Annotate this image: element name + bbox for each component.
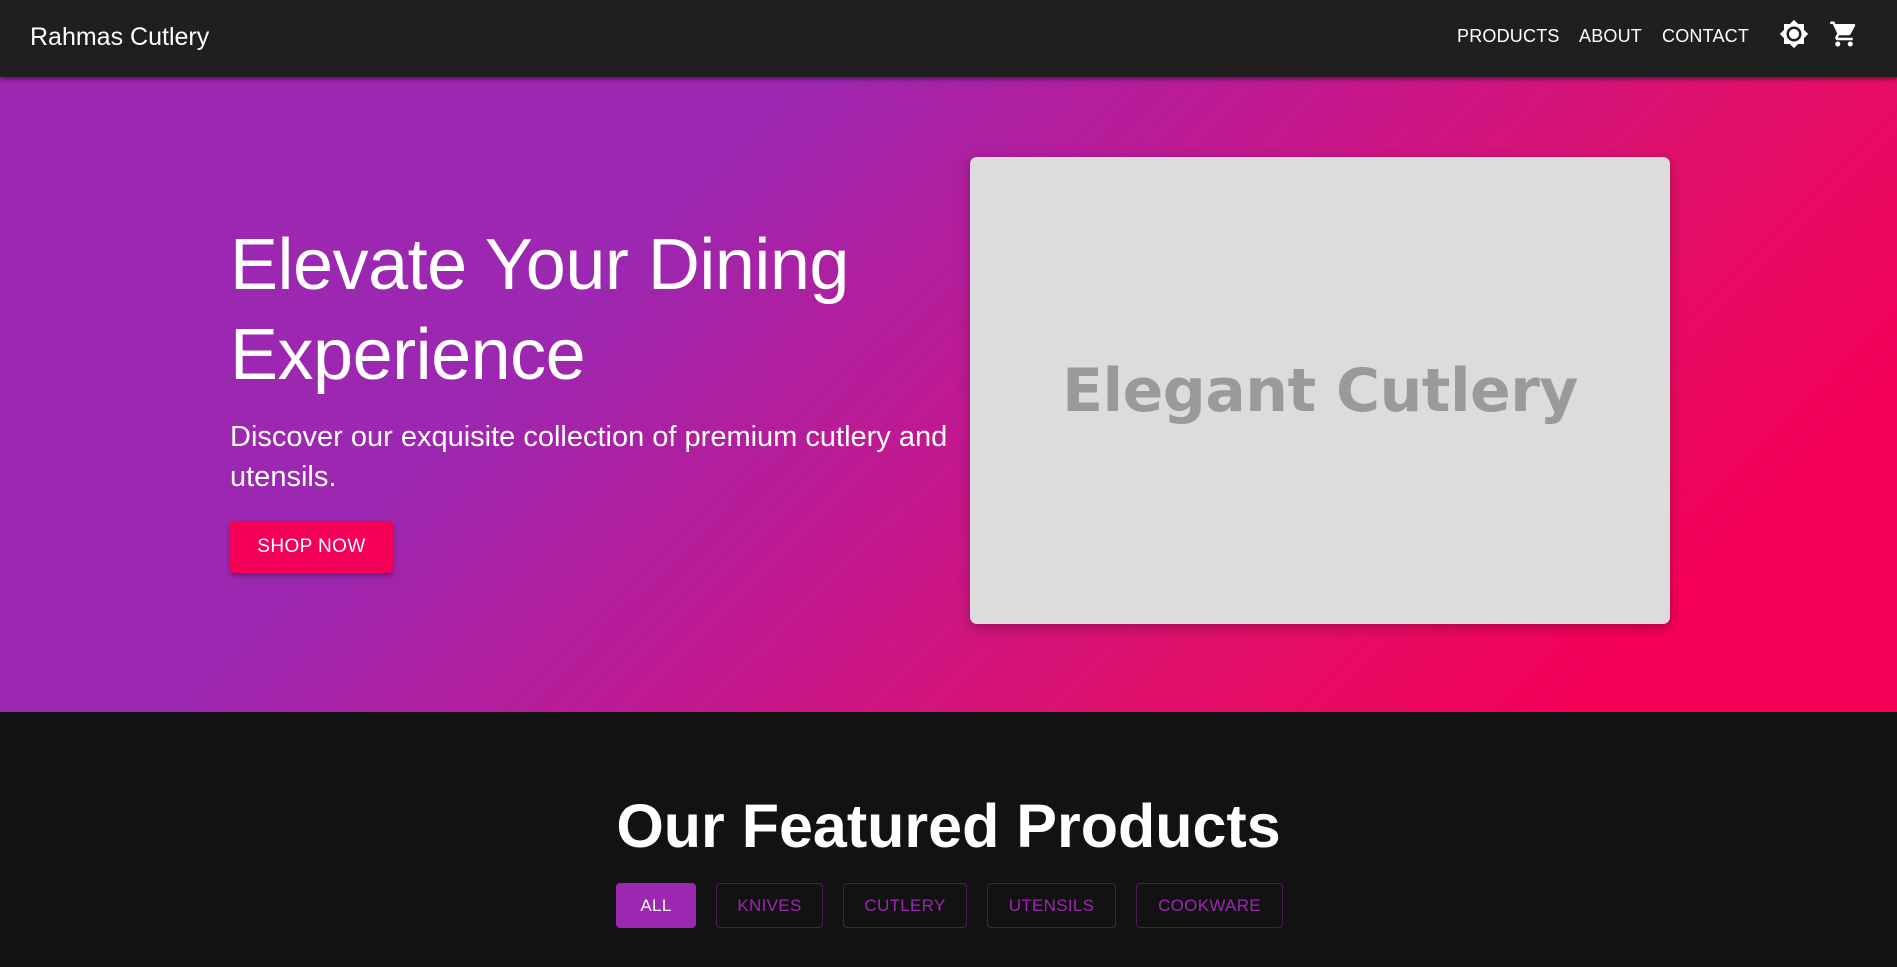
filter-utensils-button[interactable]: UTENSILS bbox=[987, 883, 1116, 928]
filter-cookware-button[interactable]: COOKWARE bbox=[1136, 883, 1283, 928]
nav-about-link[interactable]: ABOUT bbox=[1579, 24, 1642, 48]
hero-image-placeholder: Elegant Cutlery bbox=[970, 157, 1670, 624]
hero-subtitle: Discover our exquisite collection of pre… bbox=[230, 421, 948, 493]
filter-cutlery-button[interactable]: CUTLERY bbox=[843, 883, 967, 928]
shopping-cart-icon bbox=[1830, 21, 1856, 47]
featured-products-title: Our Featured Products bbox=[616, 792, 1281, 860]
cart-button[interactable] bbox=[1829, 19, 1859, 49]
hero-image-text: Elegant Cutlery bbox=[1062, 355, 1578, 426]
hero-section: Elevate Your Dining Experience Discover … bbox=[0, 77, 1897, 712]
hero-title: Elevate Your Dining Experience bbox=[230, 225, 849, 395]
brand-name[interactable]: Rahmas Cutlery bbox=[30, 23, 209, 51]
filter-knives-button[interactable]: KNIVES bbox=[716, 883, 823, 928]
brightness-icon bbox=[1779, 19, 1809, 49]
app-bar: Rahmas Cutlery PRODUCTS ABOUT CONTACT bbox=[0, 0, 1897, 77]
shop-now-button[interactable]: SHOP NOW bbox=[230, 521, 393, 573]
nav-products-link[interactable]: PRODUCTS bbox=[1457, 24, 1560, 48]
filter-all-button[interactable]: ALL bbox=[616, 883, 696, 928]
theme-toggle-button[interactable] bbox=[1779, 19, 1809, 49]
nav-contact-link[interactable]: CONTACT bbox=[1662, 24, 1749, 48]
